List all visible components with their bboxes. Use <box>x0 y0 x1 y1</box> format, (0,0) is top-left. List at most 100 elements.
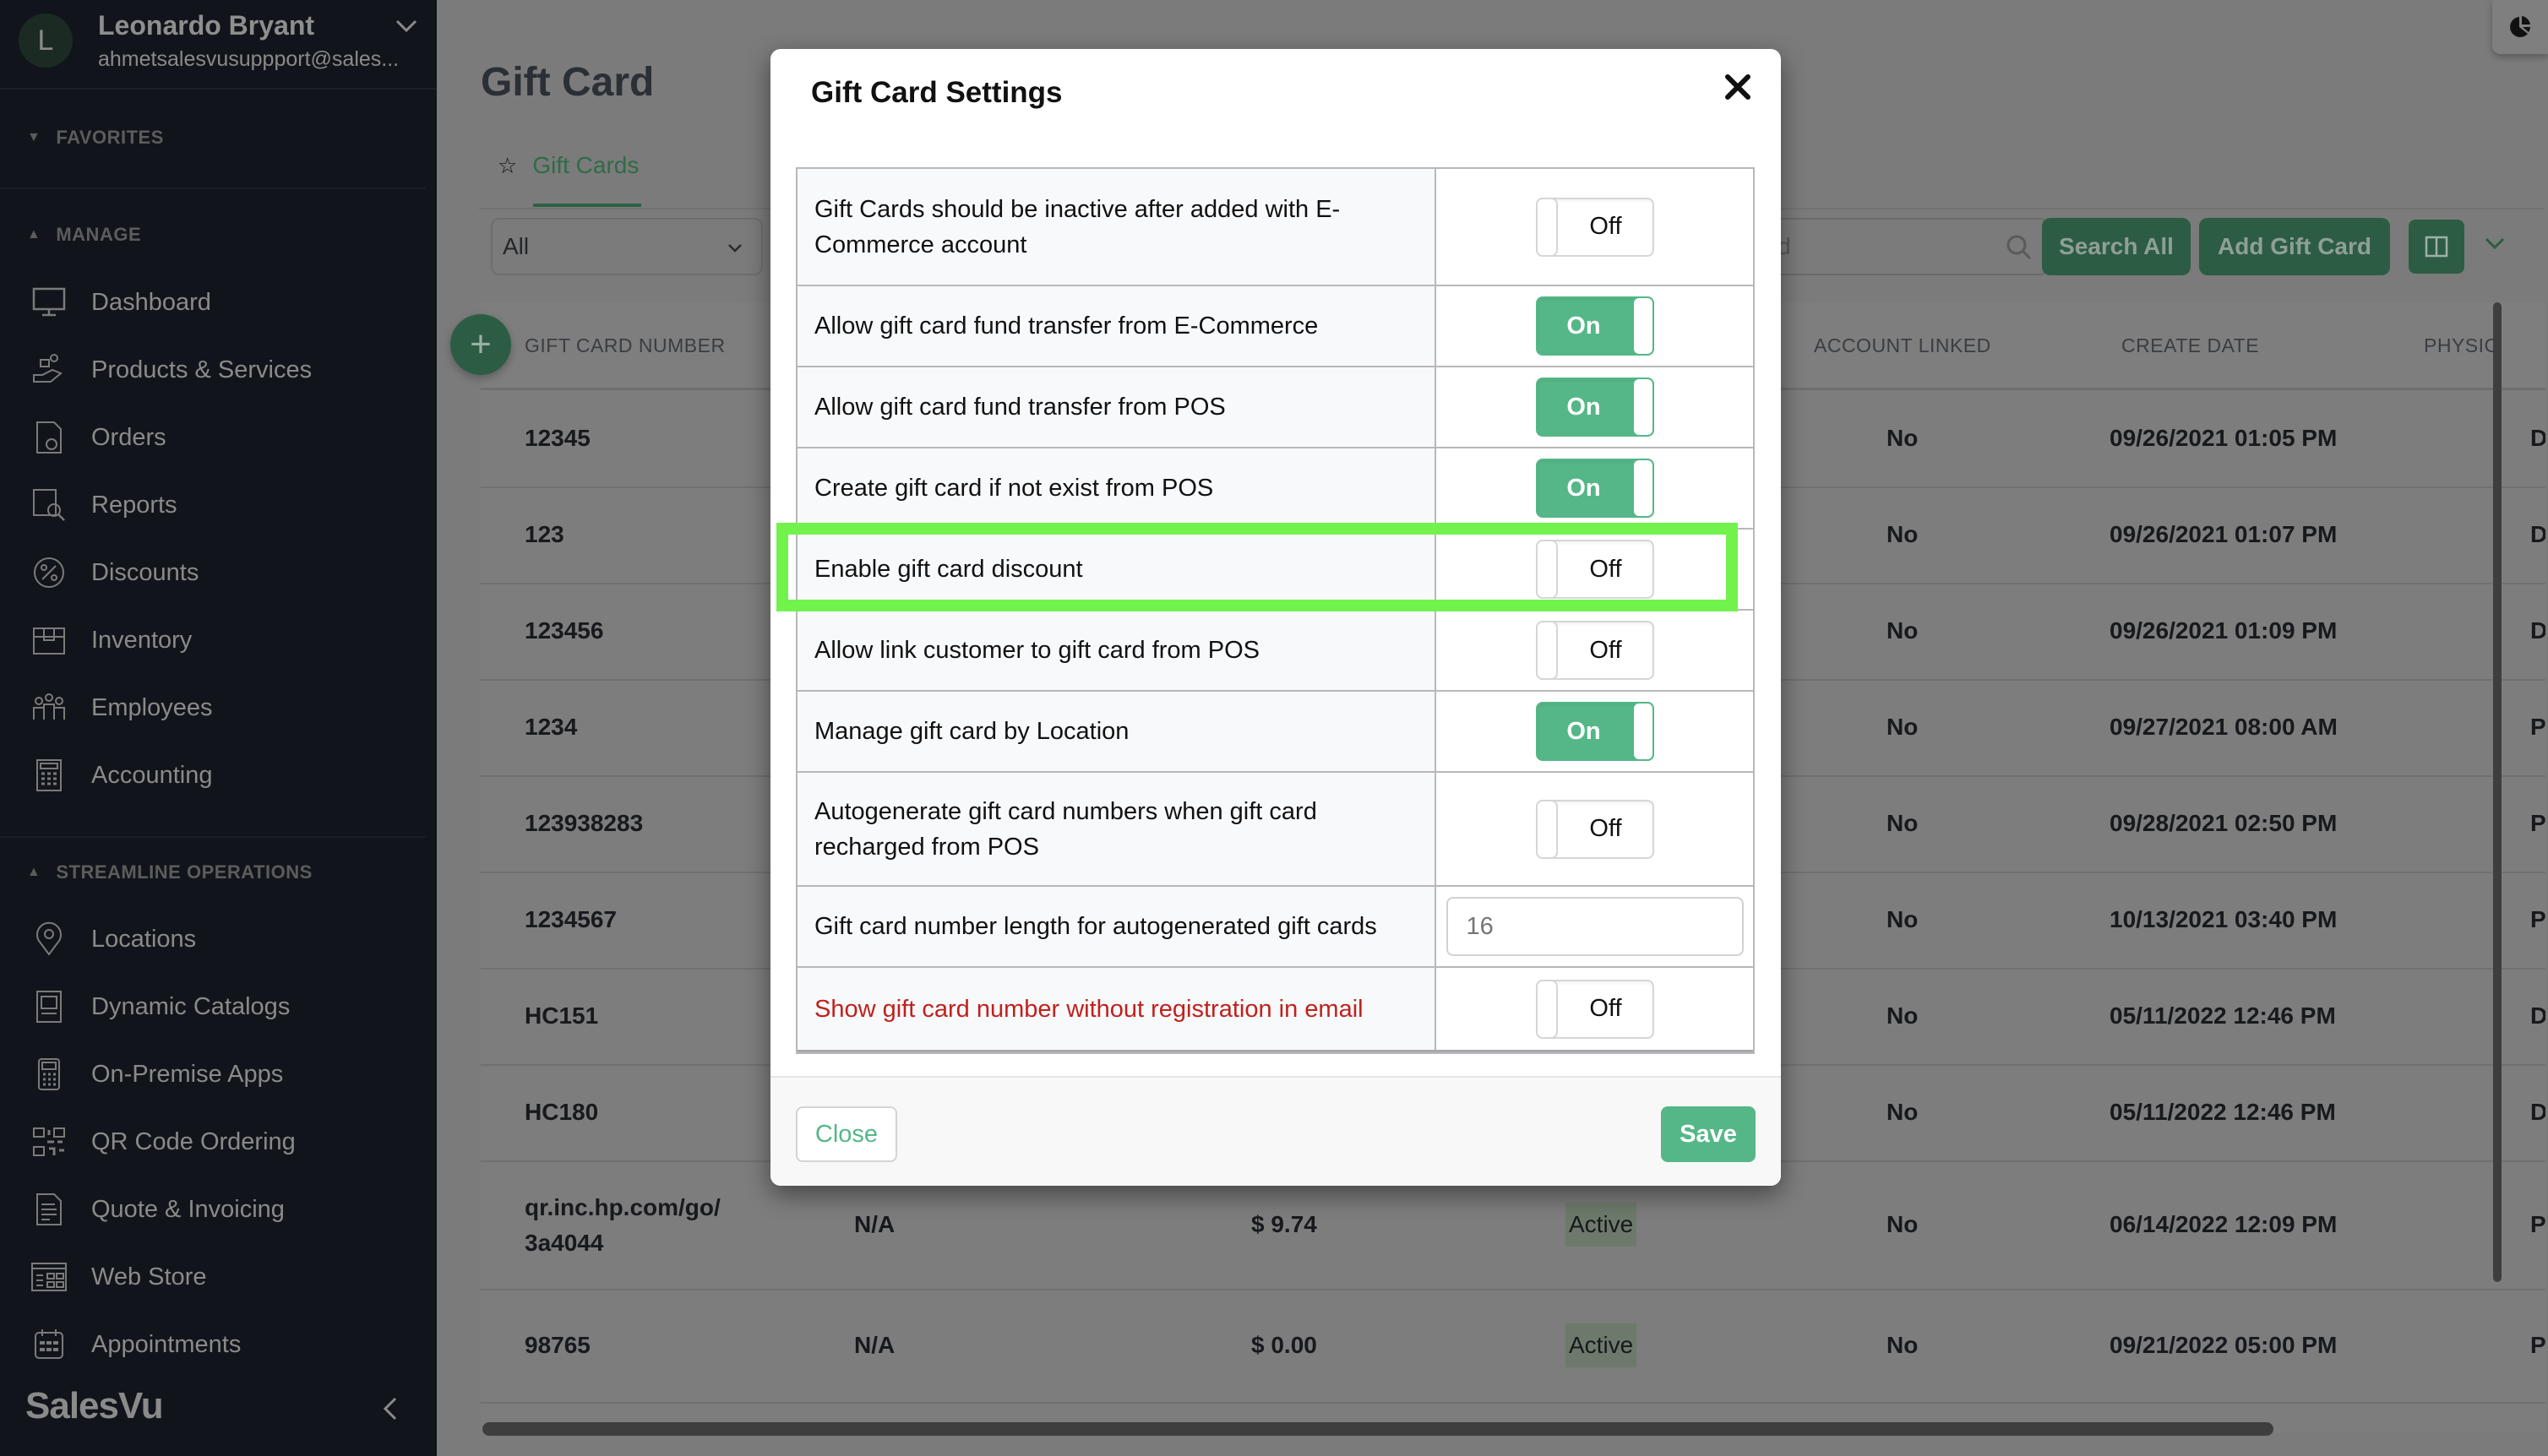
collapse-sidebar-chevron-icon[interactable] <box>375 1394 406 1424</box>
manage-label: MANAGE <box>56 224 142 245</box>
favorites-section-toggle[interactable]: ▼ FAVORITES <box>27 127 164 149</box>
search-all-button[interactable]: Search All <box>2042 218 2191 275</box>
divider <box>0 187 426 189</box>
table-row[interactable]: 98765 N/A $ 0.00 No 09/21/2022 05:00 PM Pl Act… <box>481 1290 2545 1404</box>
setting-label: Allow gift card fund transfer from POS <box>798 367 1436 447</box>
toggle-knob[interactable] <box>1631 459 1654 518</box>
columns-icon <box>2425 236 2448 258</box>
boxes-hand-icon <box>25 350 73 390</box>
toggle-knob[interactable] <box>1535 540 1558 599</box>
sidebar-item-appointments[interactable]: Appointments <box>25 1321 241 1368</box>
sidebar-item-products-services[interactable]: Products & Services <box>25 346 312 394</box>
setting-toggle[interactable]: On <box>1535 378 1654 437</box>
add-fab-button[interactable]: + <box>450 314 511 375</box>
setting-toggle[interactable]: Off <box>1535 197 1654 257</box>
sidebar-item-orders[interactable]: Orders <box>25 414 166 461</box>
map-pin-icon <box>25 919 73 959</box>
toggle-knob[interactable] <box>1535 621 1558 680</box>
calendar-icon <box>25 1324 73 1365</box>
setting-toggle[interactable]: Off <box>1535 540 1654 599</box>
cell-created: 09/26/2021 01:05 PM <box>2110 425 2338 451</box>
setting-toggle[interactable]: On <box>1535 296 1654 356</box>
toggle-knob[interactable] <box>1535 979 1558 1039</box>
sidebar-item-discounts[interactable]: Discounts <box>25 549 199 596</box>
columns-toggle-button[interactable] <box>2409 220 2464 274</box>
cell-created: 09/28/2021 02:50 PM <box>2110 810 2338 836</box>
sidebar-item-quote-invoicing[interactable]: Quote & Invoicing <box>25 1186 285 1233</box>
cell-balance: $ 0.00 <box>1251 1332 1317 1358</box>
tab-gift-cards[interactable]: ☆ Gift Cards <box>498 152 639 179</box>
invoice-icon <box>25 1189 73 1230</box>
horizontal-scrollbar[interactable] <box>482 1422 2273 1436</box>
col-header-physical[interactable]: PHYSIC <box>2424 334 2499 357</box>
setting-control-cell <box>1436 887 1753 966</box>
save-button[interactable]: Save <box>1661 1106 1756 1162</box>
cell-number: 123 <box>525 521 564 547</box>
setting-toggle[interactable]: Off <box>1535 621 1654 680</box>
streamline-label: STREAMLINE OPERATIONS <box>56 861 313 883</box>
toggle-knob[interactable] <box>1631 296 1654 356</box>
toggle-knob[interactable] <box>1535 799 1558 859</box>
manage-section-toggle[interactable]: ▲ MANAGE <box>27 224 141 246</box>
add-gift-card-button[interactable]: Add Gift Card <box>2199 218 2390 275</box>
setting-label: Show gift card number without registrati… <box>798 968 1436 1050</box>
sidebar-item-employees[interactable]: Employees <box>25 684 212 731</box>
cell-customer: N/A <box>854 1211 896 1237</box>
sidebar-item-label: Dashboard <box>91 288 211 316</box>
cell-linked: No <box>1886 906 1919 932</box>
cell-physical: Pl <box>2530 1332 2545 1358</box>
sidebar-item-inventory[interactable]: Inventory <box>25 617 192 664</box>
tab-label: Gift Cards <box>532 152 640 178</box>
sidebar-item-accounting[interactable]: Accounting <box>25 752 213 799</box>
filter-select-status[interactable]: All <box>491 218 763 275</box>
col-header-create-date[interactable]: CREATE DATE <box>2121 334 2259 357</box>
cell-linked: No <box>1886 714 1919 740</box>
sidebar-item-dynamic-catalogs[interactable]: Dynamic Catalogs <box>25 983 290 1030</box>
gift-card-length-input[interactable] <box>1446 897 1744 956</box>
setting-label: Manage gift card by Location <box>798 692 1436 771</box>
active-tab-indicator <box>533 204 641 207</box>
setting-label: Enable gift card discount <box>798 530 1436 609</box>
sidebar-item-locations[interactable]: Locations <box>25 915 196 963</box>
sidebar-item-web-store[interactable]: Web Store <box>25 1253 206 1301</box>
modal-title: Gift Card Settings <box>811 76 1063 109</box>
user-profile[interactable]: L Leonardo Bryant ahmetsalesvusuppport@s… <box>0 0 437 90</box>
search-icon[interactable] <box>2005 233 2034 262</box>
setting-toggle[interactable]: Off <box>1535 799 1654 859</box>
col-header-number[interactable]: GIFT CARD NUMBER <box>525 334 726 357</box>
setting-control-cell: On <box>1436 448 1753 528</box>
cell-created: 09/21/2022 05:00 PM <box>2110 1332 2338 1358</box>
star-favorite-icon[interactable]: ☆ <box>498 153 517 179</box>
sidebar-item-dashboard[interactable]: Dashboard <box>25 279 211 326</box>
vertical-scrollbar[interactable] <box>2493 302 2502 1282</box>
sidebar-item-qr-code-ordering[interactable]: QR Code Ordering <box>25 1118 296 1165</box>
setting-toggle[interactable]: On <box>1535 459 1654 518</box>
toggle-knob[interactable] <box>1535 197 1558 257</box>
setting-label: Allow link customer to gift card from PO… <box>798 611 1436 690</box>
streamline-section-toggle[interactable]: ▲ STREAMLINE OPERATIONS <box>27 861 313 883</box>
setting-toggle[interactable]: Off <box>1535 979 1654 1039</box>
cell-physical: D <box>2530 617 2545 644</box>
toggle-knob[interactable] <box>1631 378 1654 437</box>
filter-select-value: All <box>503 233 530 259</box>
col-header-account-linked[interactable]: ACCOUNT LINKED <box>1814 334 1991 357</box>
sidebar-item-label: On-Premise Apps <box>91 1060 284 1088</box>
sidebar-item-reports[interactable]: Reports <box>25 481 177 529</box>
sidebar-item-on-premise-apps[interactable]: On-Premise Apps <box>25 1051 283 1098</box>
setting-toggle[interactable]: On <box>1535 702 1654 761</box>
monitor-icon <box>25 282 73 323</box>
toggle-knob[interactable] <box>1631 702 1654 761</box>
sidebar-item-label: Products & Services <box>91 356 313 383</box>
analytics-button[interactable] <box>2492 0 2548 54</box>
settings-table: Gift Cards should be inactive after adde… <box>796 167 1755 1054</box>
setting-row: Gift Cards should be inactive after adde… <box>798 169 1753 286</box>
cell-number: 123938283 <box>525 810 644 836</box>
sidebar-item-label: Discounts <box>91 558 199 586</box>
toggle-state-label: On <box>1566 393 1601 421</box>
chevron-down-icon[interactable] <box>2483 235 2507 253</box>
toggle-state-label: On <box>1566 717 1601 745</box>
close-icon[interactable] <box>1722 71 1754 103</box>
close-button[interactable]: Close <box>796 1106 897 1162</box>
plus-icon: + <box>470 323 492 365</box>
chevron-down-icon[interactable] <box>394 14 419 39</box>
